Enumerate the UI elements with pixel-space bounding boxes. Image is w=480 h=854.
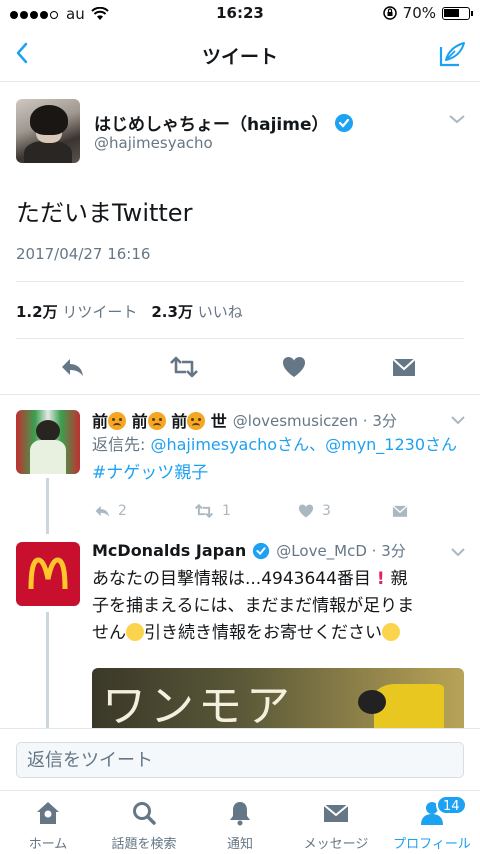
chevron-down-icon[interactable] [448,113,466,125]
mcdonalds-logo-icon [28,557,68,590]
battery-percent: 70% [402,4,436,22]
text-line: 引き続き情報をお寄せください [144,623,382,643]
tab-label: プロフィール [393,837,471,852]
reply-action[interactable]: 2 [92,502,127,520]
mention-link[interactable]: @hajimesyacho [150,435,277,454]
retweet-count: 1 [222,503,231,519]
name-part: 前 [131,412,148,431]
direct-message-icon[interactable] [390,353,418,381]
notification-badge: 14 [436,795,467,815]
tab-bar: ホーム 話題を検索 通知 メッセージ 14 プロフィール [0,790,480,854]
search-icon [133,802,156,825]
bell-icon [230,802,250,826]
reply-actions: 2 1 3 [92,502,432,524]
author-name[interactable]: はじめしゃちょー（hajime） [94,110,354,135]
name-part: 前 [171,412,188,431]
text-line: 親 [390,569,408,589]
direct-message-icon [392,505,408,517]
text-line: 子を捕まえるには、まだまだ情報が足りま [92,596,415,616]
thread-connector [46,612,49,728]
retweets-count: 1.2万 [16,303,58,321]
tab-notifications[interactable]: 通知 [192,791,288,854]
avatar[interactable] [16,99,80,163]
tab-label: ホーム [28,837,68,852]
retweets-stat[interactable]: 1.2万 リツイート [16,301,141,322]
media-caption: ワンモア [102,681,294,728]
avatar[interactable] [16,410,80,474]
page-title: ツイート [201,46,278,68]
home-icon [37,802,59,824]
mention-link[interactable]: @myn_1230 [325,435,425,454]
chevron-down-icon[interactable] [450,547,466,557]
divider [16,281,464,282]
divider [16,338,464,339]
tweet-actions [0,351,480,383]
reply-input[interactable]: 返信をツイート [16,742,464,778]
frowning-face-icon [187,412,206,430]
retweet-icon [194,503,214,519]
tweet-timestamp: 2017/04/27 16:16 [16,245,151,263]
reply-author-name[interactable]: 前 前 前 世 [92,408,227,432]
retweet-action[interactable]: 1 [192,502,231,520]
frowning-face-icon [147,412,166,430]
tab-label: 通知 [226,837,253,852]
retweet-icon[interactable] [168,353,200,381]
exclamation-icon: ! [370,569,391,589]
reply-to-line: 返信先: @hajimesyachoさん、@myn_1230さん [92,431,462,458]
engagement-stats: 1.2万 リツイート 2.3万 いいね [16,301,247,322]
frowning-face-icon [108,412,127,430]
divider [0,394,480,395]
tab-messages[interactable]: メッセージ [288,791,384,854]
rotation-lock-icon [382,6,397,20]
chevron-down-icon[interactable] [450,415,466,425]
likes-stat[interactable]: 2.3万 いいね [151,301,246,322]
reply-header: McDonalds Japan @Love_McD · 3分 [92,540,406,561]
avatar[interactable] [16,542,80,606]
reply-handle-time: @Love_McD · 3分 [276,542,406,560]
tab-label: メッセージ [303,837,369,852]
reply-composer: 返信をツイート [0,728,480,790]
reply-icon[interactable] [58,353,86,381]
reply-to-label: 返信先: [92,435,151,454]
thread-connector [46,478,49,534]
reply-author-name[interactable]: McDonalds Japan [92,541,246,560]
reply-handle-time: @lovesmusiczen · 3分 [232,411,397,430]
text-line: せん [92,623,126,643]
likes-count: 2.3万 [151,303,193,321]
author-display-name: はじめしゃちょー（hajime） [94,115,329,135]
reply-to-suffix: さん、 [277,435,326,454]
text-line: あなたの目撃情報は...4943644番目 [92,569,371,589]
tab-profile[interactable]: 14 プロフィール [384,791,480,854]
reply-text: あなたの目撃情報は...4943644番目 ! 親 子を捕まえるには、まだまだ情… [92,566,462,647]
reply-to-suffix: さん [425,435,458,454]
tab-label: 話題を検索 [111,837,177,852]
retweets-label: リツイート [62,303,138,321]
verified-badge-icon [335,113,354,132]
like-heart-icon[interactable] [280,353,308,381]
tweet-text: ただいまTwitter [16,199,193,227]
reply-count: 2 [118,503,127,519]
like-action[interactable]: 3 [296,502,331,520]
tab-search[interactable]: 話題を検索 [96,791,192,854]
verified-badge-icon [253,542,270,559]
reply-header: 前 前 前 世 @lovesmusiczen · 3分 [92,408,397,432]
screaming-face-icon [126,623,144,641]
compose-tweet-icon[interactable] [436,38,468,70]
crying-face-icon [382,623,400,641]
status-bar: au 16:23 70% [0,0,480,28]
name-part: 世 [210,412,227,431]
battery-icon [442,6,473,20]
media-image[interactable]: ワンモア [92,668,464,728]
hashtag-link[interactable]: #ナゲッツ親子 [92,460,462,487]
name-part: 前 [92,412,109,431]
like-count: 3 [322,503,331,519]
reply-icon [95,505,110,517]
envelope-icon [323,804,349,822]
likes-label: いいね [197,303,243,321]
author-handle[interactable]: @hajimesyacho [94,134,213,152]
message-action[interactable] [390,502,410,520]
tab-home[interactable]: ホーム [0,791,96,854]
nav-bar: ツイート [0,28,480,82]
like-heart-icon [298,504,314,518]
